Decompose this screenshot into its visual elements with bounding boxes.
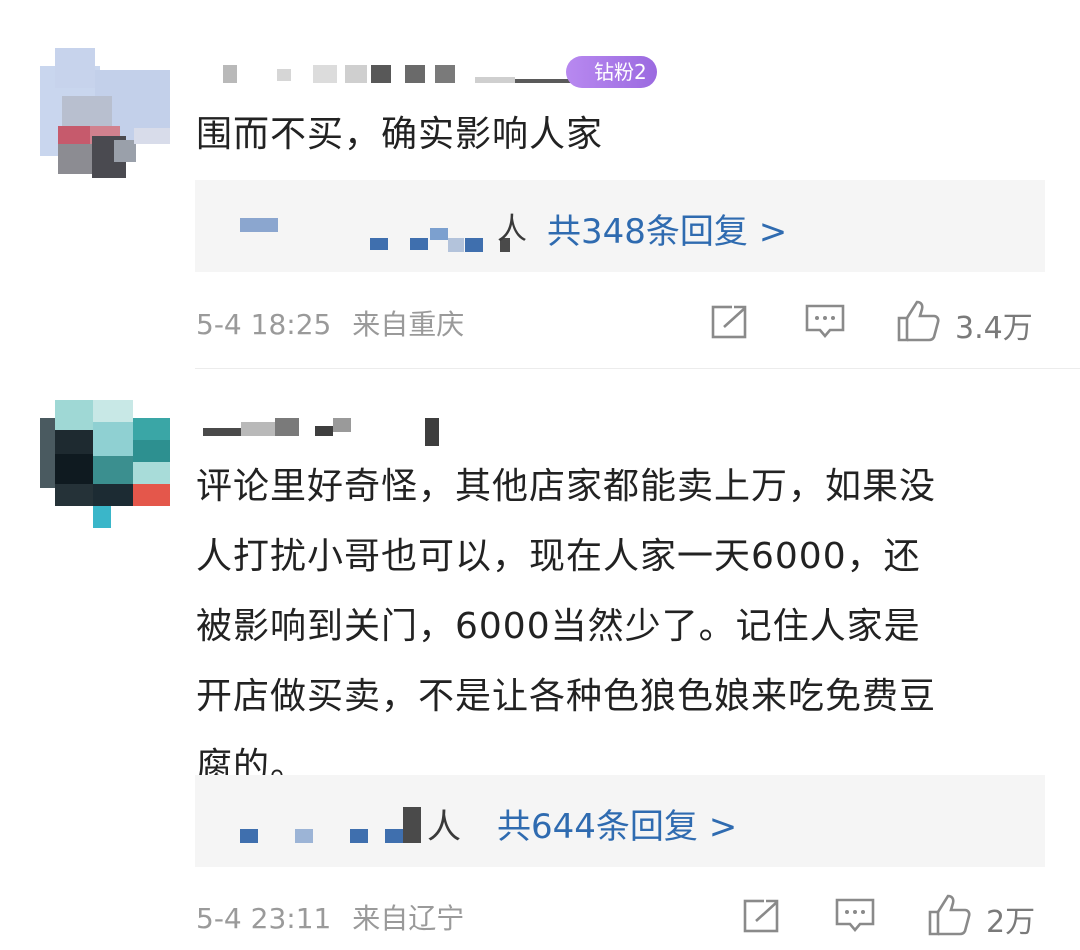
reply-preview-box[interactable]: 人 共348条回复 > <box>195 180 1045 272</box>
thumbs-up-icon[interactable] <box>926 892 972 938</box>
share-icon[interactable] <box>742 896 782 936</box>
avatar[interactable] <box>40 400 170 530</box>
reply-preview-box[interactable]: 人 共644条回复 > <box>195 775 1045 867</box>
username-masked[interactable] <box>195 65 595 83</box>
comment-item: 评论里好奇怪，其他店家都能卖上万，如果没 人打扰小哥也可以，现在人家一天6000… <box>0 370 1080 950</box>
comment-icon[interactable] <box>804 302 846 342</box>
comment-line: 开店做买卖，不是让各种色狼色娘来吃免费豆 <box>196 676 937 717</box>
thumbs-up-icon[interactable] <box>895 298 941 344</box>
comment-item: 钻粉2 围而不买，确实影响人家 人 共348条回复 > 5-4 18:25 来自… <box>0 0 1080 370</box>
comment-text: 评论里好奇怪，其他店家都能卖上万，如果没 人打扰小哥也可以，现在人家一天6000… <box>196 452 1056 802</box>
fan-level-badge: 钻粉2 <box>566 56 657 88</box>
comment-icon[interactable] <box>834 896 876 936</box>
timestamp: 5-4 18:25 <box>196 308 332 341</box>
comment-text: 围而不买，确实影响人家 <box>196 114 604 155</box>
reply-users-masked <box>235 803 445 843</box>
comment-line: 人打扰小哥也可以，现在人家一天6000，还 <box>196 536 921 577</box>
like-count: 3.4万 <box>955 311 1033 346</box>
view-replies-link[interactable]: 共644条回复 > <box>497 799 737 848</box>
share-icon[interactable] <box>710 302 750 342</box>
timestamp: 5-4 23:11 <box>196 902 332 935</box>
comment-line: 评论里好奇怪，其他店家都能卖上万，如果没 <box>196 466 937 507</box>
comment-meta: 5-4 23:11 来自辽宁 <box>196 897 464 937</box>
like-count: 2万 <box>986 905 1036 940</box>
location: 来自辽宁 <box>352 902 465 935</box>
divider <box>195 368 1080 369</box>
avatar[interactable] <box>40 48 170 178</box>
view-replies-link[interactable]: 共348条回复 > <box>547 204 787 253</box>
reply-users-masked <box>235 208 535 252</box>
comment-line: 被影响到关门，6000当然少了。记住人家是 <box>196 606 921 647</box>
reply-suffix: 人 <box>497 212 527 247</box>
username-masked[interactable] <box>195 418 475 446</box>
reply-suffix: 人 <box>427 807 461 847</box>
comment-meta: 5-4 18:25 来自重庆 <box>196 303 464 343</box>
location: 来自重庆 <box>352 308 465 341</box>
